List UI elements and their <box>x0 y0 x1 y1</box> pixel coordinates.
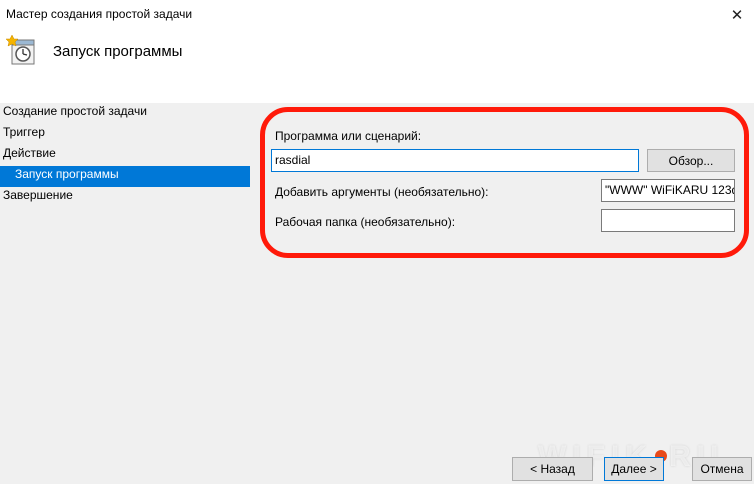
args-input[interactable]: "WWW" WiFiKARU 123q <box>601 179 735 202</box>
page-title: Запуск программы <box>53 43 183 60</box>
step-run-program: Запуск программы <box>0 166 250 187</box>
program-label: Программа или сценарий: <box>275 129 422 143</box>
next-button[interactable]: Далее > <box>604 457 664 481</box>
program-input[interactable]: rasdial <box>271 149 639 172</box>
step-action: Действие <box>3 146 56 160</box>
step-finish: Завершение <box>3 188 73 202</box>
step-create-task: Создание простой задачи <box>3 104 147 118</box>
cancel-button[interactable]: Отмена <box>692 457 752 481</box>
workdir-input[interactable] <box>601 209 735 232</box>
back-button[interactable]: < Назад <box>512 457 593 481</box>
args-label: Добавить аргументы (необязательно): <box>275 185 489 199</box>
workdir-label: Рабочая папка (необязательно): <box>275 215 456 229</box>
step-trigger: Триггер <box>3 125 45 139</box>
wizard-header: Запуск программы <box>0 30 754 103</box>
steps-list: Создание простой задачи Триггер Действие… <box>0 103 250 208</box>
title-bar: Мастер создания простой задачи ✕ <box>0 0 754 30</box>
close-button[interactable]: ✕ <box>720 0 754 30</box>
window-title: Мастер создания простой задачи <box>6 7 193 21</box>
task-clock-icon <box>6 34 35 65</box>
browse-button[interactable]: Обзор... <box>647 149 735 172</box>
